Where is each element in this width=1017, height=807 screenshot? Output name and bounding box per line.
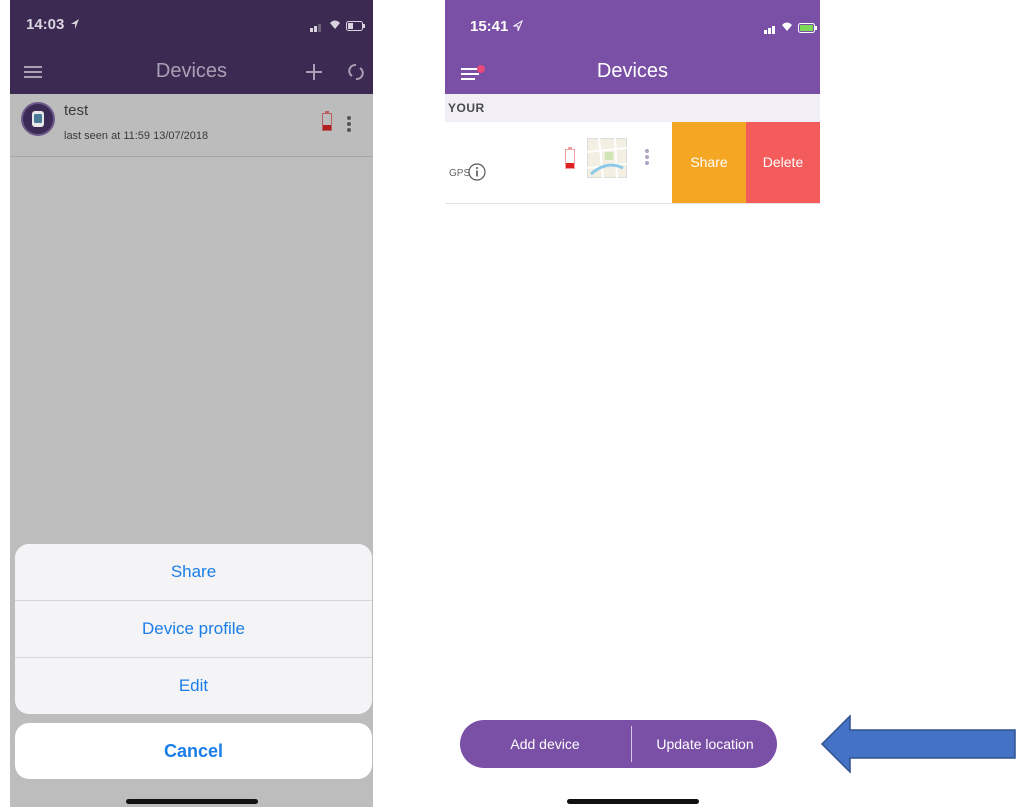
add-device-button[interactable]: Add device xyxy=(470,720,620,768)
map-thumbnail[interactable] xyxy=(586,137,628,183)
cancel-button[interactable]: Cancel xyxy=(15,723,372,779)
share-swipe-button[interactable]: Share xyxy=(672,122,746,203)
refresh-icon[interactable] xyxy=(348,63,364,86)
right-phone-screen: 15:41 Devices YOUR GPS Share Delete Add … xyxy=(445,0,820,807)
info-icon[interactable] xyxy=(468,163,486,186)
bottom-action-bar: Add device Update location xyxy=(460,720,777,768)
share-option[interactable]: Share xyxy=(15,544,372,601)
page-title: Devices xyxy=(596,60,669,82)
battery-low-icon xyxy=(565,147,575,174)
wifi-icon xyxy=(780,19,794,37)
location-arrow-icon xyxy=(512,19,524,37)
more-options-icon[interactable] xyxy=(644,148,650,171)
section-header: YOUR xyxy=(445,94,820,122)
edit-option[interactable]: Edit xyxy=(15,658,372,714)
more-options-icon[interactable] xyxy=(346,115,352,138)
device-profile-option[interactable]: Device profile xyxy=(15,601,372,658)
battery-charging-icon xyxy=(798,20,818,38)
status-bar: 14:03 xyxy=(10,0,373,50)
home-indicator xyxy=(567,799,699,804)
device-avatar xyxy=(21,102,55,141)
bar-divider xyxy=(631,726,632,762)
status-time: 14:03 xyxy=(26,16,65,33)
gps-label: GPS xyxy=(449,168,471,179)
nav-bar: Devices xyxy=(445,50,820,94)
device-name: test xyxy=(64,102,89,119)
battery-low-icon xyxy=(322,111,332,136)
signal-icon xyxy=(310,19,324,37)
status-bar: 15:41 xyxy=(445,0,820,50)
annotation-arrow-icon xyxy=(820,714,1017,779)
delete-swipe-button[interactable]: Delete xyxy=(746,122,820,203)
device-last-seen: last seen at 11:59 13/07/2018 xyxy=(64,130,209,142)
device-list-item[interactable]: test last seen at 11:59 13/07/2018 xyxy=(10,94,373,157)
nav-bar: Devices xyxy=(10,50,373,94)
update-location-button[interactable]: Update location xyxy=(636,720,774,768)
left-phone-screen: 14:03 Devices test last seen at 11:59 13… xyxy=(10,0,373,807)
battery-icon xyxy=(346,18,366,36)
wifi-icon xyxy=(328,17,342,35)
add-icon[interactable] xyxy=(304,62,324,87)
home-indicator xyxy=(126,799,258,804)
device-list-item[interactable]: GPS Share Delete xyxy=(445,122,820,204)
status-time: 15:41 xyxy=(470,18,509,35)
action-sheet: Share Device profile Edit xyxy=(15,544,372,714)
signal-icon xyxy=(764,21,778,39)
section-header-label: YOUR xyxy=(448,101,485,115)
location-arrow-icon xyxy=(70,17,80,35)
